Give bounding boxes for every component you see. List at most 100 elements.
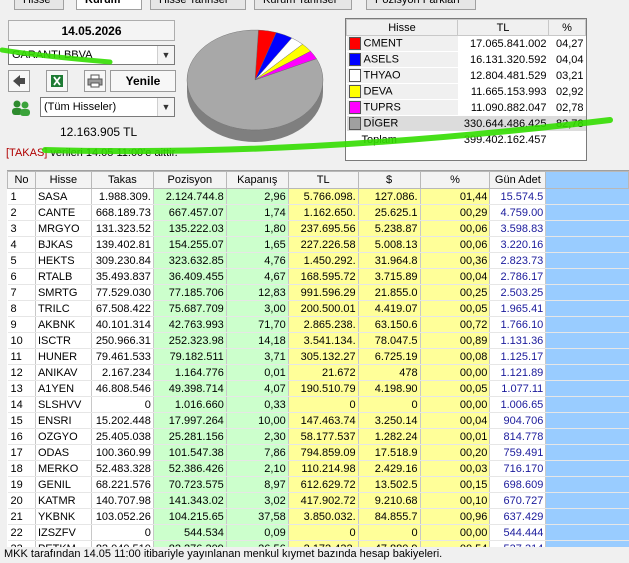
- table-cell: 12: [7, 364, 36, 381]
- table-row[interactable]: 4 BJKAS 139.402.81 154.255.07 1,65 227.226.58…: [7, 236, 629, 253]
- table-cell: 0: [288, 524, 359, 541]
- table-cell: 00,04: [420, 412, 491, 429]
- column-header[interactable]: %: [419, 171, 491, 189]
- table-cell: 612.629.72: [288, 476, 359, 493]
- table-row[interactable]: 22 IZSZFV 0 544.534 0,09 0 0 00,00 544.444: [7, 524, 629, 541]
- table-cell: 544.444: [489, 524, 547, 541]
- users-icon[interactable]: [10, 99, 32, 117]
- table-cell: 637.429: [489, 508, 547, 525]
- tab-kurum-tarihsel[interactable]: Kurum Tarihsel: [254, 0, 352, 10]
- table-row[interactable]: 14 SLSHVV 0 1.016.660 0,33 0 0 00,00 1.006.65: [7, 396, 629, 413]
- table-cell: 537.314: [489, 540, 547, 547]
- table-cell: 127.086.: [358, 188, 421, 205]
- refresh-button[interactable]: Yenile: [110, 70, 176, 92]
- chevron-down-icon[interactable]: ▼: [157, 98, 174, 116]
- table-cell: 40.101.314: [91, 316, 154, 333]
- legend-header-hisse[interactable]: Hisse: [346, 19, 458, 36]
- chevron-down-icon[interactable]: ▼: [157, 46, 174, 64]
- column-header[interactable]: $: [357, 171, 421, 189]
- legend-pct: 04,27: [548, 35, 586, 52]
- table-row[interactable]: 13 A1YEN 46.808.546 49.398.714 4,07 190.510.7…: [7, 380, 629, 397]
- tab-hisse-tarihsel[interactable]: Hisse Tarihsel: [150, 0, 246, 10]
- legend-row[interactable]: DİGER 330.644.486.425 82,78: [346, 115, 586, 132]
- legend-name: THYAO: [363, 69, 401, 82]
- table-row[interactable]: 19 GENIL 68.221.576 70.723.575 8,97 612.629.7…: [7, 476, 629, 493]
- tab-hisse[interactable]: Hisse: [14, 0, 64, 10]
- table-cell-empty: [545, 204, 629, 221]
- table-cell: 2.167.234: [91, 364, 154, 381]
- table-cell: 26,56: [226, 540, 289, 547]
- table-row[interactable]: 10 ISCTR 250.966.31 252.323.98 14,18 3.541.13…: [7, 332, 629, 349]
- legend-pct: 04,04: [548, 51, 586, 68]
- table-cell: 0: [91, 524, 154, 541]
- legend-tl: 16.131.320.592: [457, 51, 549, 68]
- back-button[interactable]: [8, 70, 30, 92]
- table-row[interactable]: 21 YKBNK 103.052.26 104.215.65 37,58 3.850.03…: [7, 508, 629, 525]
- table-cell: 78.047.5: [358, 332, 421, 349]
- table-cell: TRILC: [35, 300, 92, 317]
- table-cell: 5: [7, 252, 36, 269]
- table-row[interactable]: 23PETKM82.040.51082.276.20926,562.172.43…: [7, 540, 629, 547]
- table-cell: PETKM: [35, 540, 92, 547]
- table-cell: RTALB: [35, 268, 92, 285]
- legend-row[interactable]: CMENT 17.065.841.002 04,27: [346, 35, 586, 52]
- table-row[interactable]: 2 CANTE 668.189.73 667.457.07 1,74 1.162.650.…: [7, 204, 629, 221]
- table-cell: 20: [7, 492, 36, 509]
- table-cell: 1,74: [226, 204, 289, 221]
- table-cell: 00,05: [420, 300, 491, 317]
- stock-filter-select[interactable]: (Tüm Hisseler) ▼: [40, 97, 175, 117]
- table-row[interactable]: 12 ANIKAV 2.167.234 1.164.776 0,01 21.672 478 0…: [7, 364, 629, 381]
- column-header[interactable]: No: [7, 171, 36, 189]
- table-cell-empty: [545, 300, 629, 317]
- tab-kurum[interactable]: Kurum: [76, 0, 142, 10]
- holdings-grid[interactable]: No Hisse Takas Pozisyon Kapanış TL $% Gün Adet …: [7, 170, 629, 547]
- legend-name: ASELS: [363, 53, 399, 66]
- table-cell: 140.707.98: [91, 492, 154, 509]
- broker-select[interactable]: GARANTI BBVA ▼: [8, 45, 175, 65]
- excel-export-button[interactable]: [46, 70, 68, 92]
- column-header[interactable]: Hisse: [34, 171, 92, 189]
- table-row[interactable]: 8 TRILC 67.508.422 75.687.709 3,00 200.500.01…: [7, 300, 629, 317]
- legend-row[interactable]: ASELS 16.131.320.592 04,04: [346, 51, 586, 68]
- date-field[interactable]: 14.05.2026: [8, 20, 175, 41]
- table-row[interactable]: 5 HEKTS 309.230.84 323.632.85 4,76 1.450.292.…: [7, 252, 629, 269]
- legend-header-pct[interactable]: %: [548, 19, 586, 36]
- table-cell-empty: [545, 380, 629, 397]
- table-cell: 478: [358, 364, 421, 381]
- table-row[interactable]: 6 RTALB 35.493.837 36.409.455 4,67 168.595.72…: [7, 268, 629, 285]
- table-row[interactable]: 20 KATMR 140.707.98 141.343.02 3,02 417.902.7…: [7, 492, 629, 509]
- legend-name-cell: DEVA: [346, 83, 458, 100]
- table-cell: 1,65: [226, 236, 289, 253]
- table-cell: 31.964.8: [358, 252, 421, 269]
- table-cell: 75.687.709: [153, 300, 227, 317]
- column-header[interactable]: TL: [287, 171, 359, 189]
- table-row[interactable]: 18 MERKO 52.483.328 52.386.426 2,10 110.214.9…: [7, 460, 629, 477]
- column-header[interactable]: Pozisyon: [152, 171, 227, 189]
- table-row[interactable]: 3 MRGYO 131.323.52 135.222.03 1,80 237.695.56…: [7, 220, 629, 237]
- column-header[interactable]: Gün Adet: [489, 171, 547, 189]
- table-cell: 77.185.706: [153, 284, 227, 301]
- legend-row[interactable]: TUPRS 11.090.882.047 02,78: [346, 99, 586, 116]
- table-row[interactable]: 16 OZGYO 25.405.038 25.281.156 2,30 58.177.53…: [7, 428, 629, 445]
- color-swatch: [348, 69, 361, 82]
- legend-header-tl[interactable]: TL: [457, 19, 549, 36]
- table-cell-empty: [545, 476, 629, 493]
- column-header[interactable]: Takas: [90, 171, 154, 189]
- table-row[interactable]: 9 AKBNK 40.101.314 42.763.993 71,70 2.865.238…: [7, 316, 629, 333]
- legend-row[interactable]: DEVA 11.665.153.993 02,92: [346, 83, 586, 100]
- table-cell: 794.859.09: [288, 444, 359, 461]
- table-row[interactable]: 7 SMRTG 77.529.030 77.185.706 12,83 991.596.2…: [7, 284, 629, 301]
- table-row[interactable]: 1 SASA 1.988.309. 2.124.744.8 2,96 5.766.098.…: [7, 188, 629, 205]
- table-cell: 190.510.79: [288, 380, 359, 397]
- printer-icon: [87, 74, 103, 88]
- legend-row[interactable]: THYAO 12.804.481.529 03,21: [346, 67, 586, 84]
- legend-row[interactable]: Toplam 399.402.162.457: [346, 131, 586, 148]
- legend-tl: 330.644.486.425: [457, 115, 549, 132]
- column-header[interactable]: Kapanış: [225, 171, 289, 189]
- tab-pozisyon-farklari[interactable]: Pozisyon Farkları: [366, 0, 476, 10]
- table-row[interactable]: 15 ENSRI 15.202.448 17.997.264 10,00 147.463.…: [7, 412, 629, 429]
- print-button[interactable]: [84, 70, 106, 92]
- table-row[interactable]: 17 ODAS 100.360.99 101.547.38 7,86 794.859.09…: [7, 444, 629, 461]
- table-cell: 52.483.328: [91, 460, 154, 477]
- table-row[interactable]: 11 HUNER 79.461.533 79.182.511 3,71 305.132.2…: [7, 348, 629, 365]
